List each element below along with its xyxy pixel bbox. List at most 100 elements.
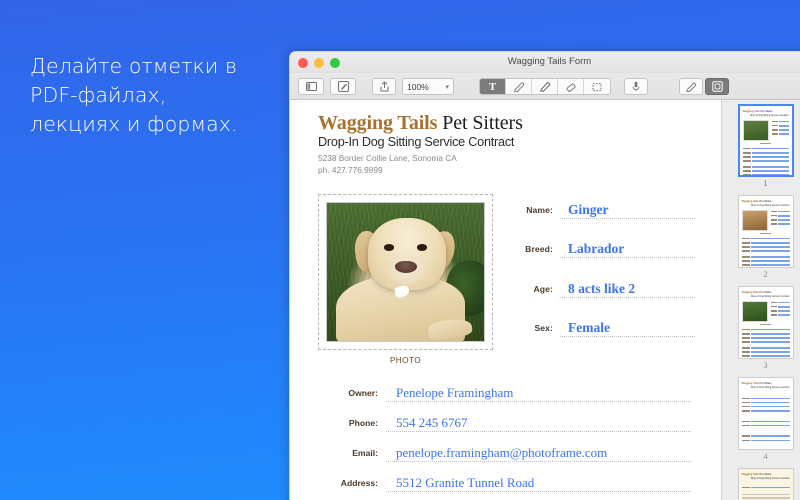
- thumb-long-label: [743, 160, 751, 162]
- pen-tool-button[interactable]: [506, 79, 532, 94]
- thumbnail-page-3[interactable]: Wagging Tails Pet Sitters Drop-In Dog Si…: [738, 286, 794, 359]
- field-label-name: Name:: [509, 205, 553, 215]
- selection-tool-button[interactable]: [584, 79, 610, 94]
- sidebar-toggle-button[interactable]: [298, 78, 324, 95]
- address-line-2: ph. 427.776.9899: [318, 165, 695, 177]
- thumb-long-row: [742, 402, 790, 404]
- microphone-button[interactable]: [624, 78, 648, 95]
- photo-placeholder-frame[interactable]: [318, 194, 493, 350]
- thumb-long-label: [742, 410, 750, 412]
- thumb-long-line: [752, 166, 789, 168]
- thumb-long-label: [742, 487, 750, 489]
- preview-app-window: Wagging Tails Form: [289, 51, 800, 500]
- thumb-field-row: [772, 129, 789, 131]
- field-row-owner: Owner: Penelope Framingham: [318, 383, 691, 402]
- field-input-phone[interactable]: 554 245 6767: [386, 413, 691, 432]
- thumb-long-line: [751, 238, 790, 240]
- thumb-long-label: [742, 242, 750, 244]
- eraser-tool-button[interactable]: [558, 79, 584, 94]
- thumbnail-page-5[interactable]: Wagging Tails Pet Sitters Drop-In Dog Si…: [738, 468, 794, 500]
- thumbnail-page-1[interactable]: Wagging Tails Pet Sitters Drop-In Dog Si…: [738, 104, 794, 177]
- thumbnail-page-4[interactable]: Wagging Tails Pet Sitters Drop-In Dog Si…: [738, 377, 794, 450]
- field-input-email[interactable]: penelope.framingham@photoframe.com: [386, 443, 691, 462]
- thumb-field-label: [771, 302, 777, 304]
- thumbnail-page-number-3: 3: [764, 361, 768, 370]
- thumb-field-line: [778, 306, 790, 308]
- zoom-level-select[interactable]: 100% ▾: [402, 78, 454, 95]
- field-input-address[interactable]: 5512 Granite Tunnel Road: [386, 473, 691, 492]
- thumb-long-row: [742, 351, 790, 353]
- thumb-subtitle: Drop-In Dog Sitting Service Contract: [742, 386, 790, 390]
- thumb-long-row: [743, 170, 789, 172]
- thumb-long-fields: [743, 148, 789, 162]
- thumb-long-row: [742, 260, 790, 262]
- thumbnail-item-3[interactable]: Wagging Tails Pet Sitters Drop-In Dog Si…: [738, 286, 794, 374]
- field-row-age: Age: 8 acts like 2: [509, 279, 695, 298]
- thumb-field-row: [771, 223, 790, 225]
- markup-toggle-button[interactable]: [330, 78, 356, 95]
- thumb-long-line: [751, 487, 790, 489]
- thumb-field-line: [778, 211, 790, 213]
- promo-line-3: лекциях и формах.: [30, 110, 280, 139]
- thumb-long-row: [742, 421, 790, 423]
- thumb-text-block-3: [742, 435, 790, 441]
- form-fill-button[interactable]: [705, 78, 729, 95]
- field-input-age[interactable]: 8 acts like 2: [560, 279, 695, 298]
- field-input-breed[interactable]: Labrador: [560, 239, 695, 258]
- thumb-long-label: [742, 421, 750, 423]
- thumb-long-label: [742, 355, 750, 357]
- share-button[interactable]: [372, 78, 396, 95]
- thumb-long-label: [742, 425, 750, 427]
- thumb-field-line: [779, 121, 789, 123]
- document-pane[interactable]: Wagging Tails Pet Sitters Drop-In Dog Si…: [290, 100, 721, 500]
- thumb-long-row: [742, 333, 790, 335]
- thumb-long-row: [743, 148, 789, 150]
- thumb-long-row: [743, 152, 789, 154]
- field-input-sex[interactable]: Female: [560, 318, 695, 337]
- thumb-long-row: [742, 440, 790, 442]
- thumb-long-label: [742, 351, 750, 353]
- thumb-long-row: [742, 250, 790, 252]
- document-brand: Wagging Tails Pet Sitters: [318, 112, 695, 134]
- thumb-long-line: [751, 264, 790, 266]
- thumb-long-row: [742, 341, 790, 343]
- thumb-long-line: [751, 347, 790, 349]
- thumb-long-label: [742, 398, 750, 400]
- thumb-long-row: [742, 238, 790, 240]
- thumb-long-row: [742, 246, 790, 248]
- thumb-field-row: [771, 215, 790, 217]
- field-input-name[interactable]: Ginger: [560, 200, 695, 219]
- labrador-photo: [326, 202, 485, 342]
- text-tool-button[interactable]: T: [480, 79, 506, 94]
- thumbnail-sidebar[interactable]: Wagging Tails Pet Sitters Drop-In Dog Si…: [721, 100, 800, 500]
- short-field-list: Name: Ginger Breed: Labrador: [493, 194, 695, 365]
- thumb-long-label: [742, 435, 750, 437]
- thumb-subtitle: Drop-In Dog Sitting Service Contract: [742, 477, 790, 481]
- thumbnail-item-1[interactable]: Wagging Tails Pet Sitters Drop-In Dog Si…: [738, 104, 794, 192]
- thumb-long-label: [742, 402, 750, 404]
- highlighter-tool-button[interactable]: [532, 79, 558, 94]
- thumb-header: Wagging Tails Pet Sitters Drop-In Dog Si…: [742, 382, 790, 390]
- window-titlebar[interactable]: Wagging Tails Form: [290, 52, 800, 73]
- field-input-owner[interactable]: Penelope Framingham: [386, 383, 691, 402]
- chevron-down-icon: ▾: [445, 83, 449, 91]
- signature-button[interactable]: [679, 78, 703, 95]
- thumb-long-label: [742, 246, 750, 248]
- thumb-field-row: [771, 306, 790, 308]
- field-label-age: Age:: [509, 284, 553, 294]
- thumb-long-line: [751, 402, 790, 404]
- thumbnail-item-4[interactable]: Wagging Tails Pet Sitters Drop-In Dog Si…: [738, 377, 794, 465]
- thumb-long-line: [751, 329, 790, 331]
- thumbnail-page-number-2: 2: [764, 270, 768, 279]
- thumb-field-line: [778, 310, 790, 312]
- thumb-paragraph-line: [742, 497, 790, 498]
- thumb-long-label: [743, 174, 751, 176]
- thumb-field-label: [771, 314, 777, 316]
- thumb-long-line: [751, 421, 790, 423]
- field-value-address: 5512 Granite Tunnel Road: [396, 475, 534, 490]
- thumbnail-item-5[interactable]: Wagging Tails Pet Sitters Drop-In Dog Si…: [738, 468, 794, 500]
- thumbnail-page-2[interactable]: Wagging Tails Pet Sitters Drop-In Dog Si…: [738, 195, 794, 268]
- thumb-long-row: [742, 355, 790, 357]
- thumbnail-item-2[interactable]: Wagging Tails Pet Sitters Drop-In Dog Si…: [738, 195, 794, 283]
- thumb-photo-row: [742, 299, 790, 322]
